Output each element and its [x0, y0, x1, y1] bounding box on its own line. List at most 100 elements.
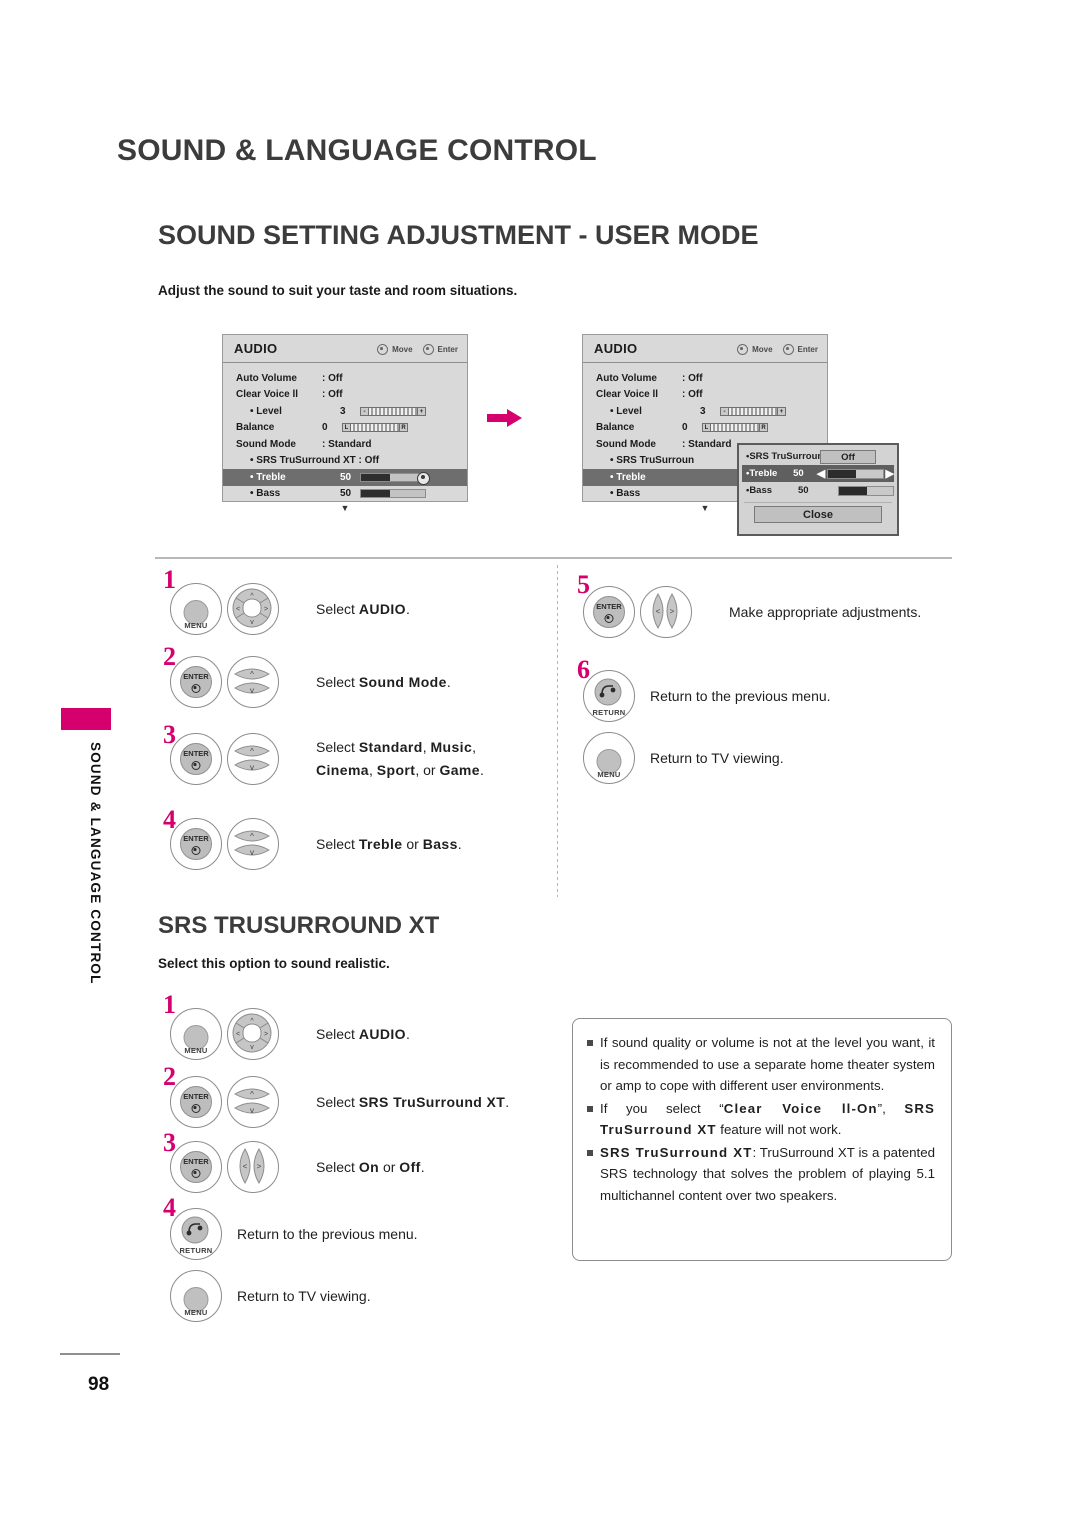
level-slider[interactable]: - + — [360, 406, 426, 416]
menu-row-auto-volume[interactable]: Auto Volume : Off — [223, 370, 467, 387]
left-right-button[interactable]: < > — [640, 586, 692, 638]
svg-text:v: v — [250, 1106, 254, 1115]
row-value: : Off — [682, 389, 703, 401]
menu-row-bass[interactable]: • Bass 50 — [223, 486, 467, 503]
popup-row-srs[interactable]: •SRS TruSurround XT Off — [742, 448, 894, 465]
menu-button[interactable]: MENU — [170, 583, 222, 635]
enter-button-dot — [191, 846, 201, 855]
menu-row-auto-volume[interactable]: Auto Volume : Off — [583, 370, 827, 387]
srs-step-2: ENTER ^ v Select SRS TruSurround XT. — [170, 1076, 509, 1128]
scroll-down-icon[interactable]: ▼ — [223, 502, 467, 513]
row-value: : Standard — [682, 438, 732, 450]
note-item-text: SRS TruSurround XT: TruSurround XT is a … — [600, 1144, 935, 1203]
enter-button[interactable]: ENTER — [170, 1076, 222, 1128]
popup-treble-slider[interactable] — [827, 468, 884, 479]
navigation-wheel-button[interactable]: ^ v < > — [227, 1008, 279, 1060]
menu-row-srs[interactable]: • SRS TruSurround XT : Off — [223, 453, 467, 470]
popup-bass-slider[interactable] — [838, 485, 894, 496]
menu-button-label: MENU — [597, 770, 621, 779]
balance-left-cap: L — [702, 423, 711, 433]
row-label: • Level — [610, 405, 642, 417]
popup-row-bass[interactable]: •Bass 50 — [742, 482, 894, 499]
menu-button[interactable]: MENU — [170, 1270, 222, 1322]
menu-row-level[interactable]: • Level 3 - + — [583, 403, 827, 420]
return-button[interactable]: RETURN — [170, 1208, 222, 1260]
menu-row-level[interactable]: • Level 3 - + — [223, 403, 467, 420]
balance-right-cap: R — [399, 423, 408, 433]
menu-row-balance[interactable]: Balance 0 L R — [583, 420, 827, 437]
return-button-label: RETURN — [592, 708, 626, 717]
svg-text:<: < — [236, 606, 240, 613]
srs-step-3-text: Select On or Off. — [316, 1158, 425, 1175]
svg-text:>: > — [264, 606, 268, 613]
row-number: 50 — [340, 471, 352, 483]
bullet-square-icon — [587, 1105, 593, 1112]
balance-slider[interactable]: L R — [702, 423, 768, 433]
note-item-text: If sound quality or volume is not at the… — [600, 1035, 935, 1093]
enter-button-face: ENTER — [180, 828, 212, 860]
up-down-button[interactable]: ^ v — [227, 733, 279, 785]
enter-button[interactable]: ENTER — [583, 586, 635, 638]
balance-slider[interactable]: L R — [342, 423, 408, 433]
row-number: 3 — [340, 405, 346, 417]
row-label: Sound Mode — [596, 438, 656, 450]
manual-page: SOUND & LANGUAGE CONTROL SOUND SETTING A… — [0, 0, 1080, 1516]
menu-row-treble[interactable]: • Treble 50 — [223, 469, 467, 486]
enter-button-label: ENTER — [183, 749, 209, 758]
svg-text:v: v — [250, 1044, 254, 1051]
menu-row-sound-mode[interactable]: Sound Mode : Standard — [223, 436, 467, 453]
audio-menu-before: AUDIO Move Enter Auto Volume : Off Clear… — [222, 334, 468, 513]
treble-decrease-icon[interactable]: ◀ — [817, 468, 825, 479]
left-right-button[interactable]: < > — [227, 1141, 279, 1193]
svg-text:v: v — [250, 763, 254, 772]
svg-text:v: v — [250, 686, 254, 695]
menu-button[interactable]: MENU — [170, 1008, 222, 1060]
popup-row-label: •Treble — [746, 468, 778, 479]
treble-increase-icon[interactable]: ▶ — [886, 468, 894, 479]
section-title: SOUND SETTING ADJUSTMENT - USER MODE — [158, 220, 759, 250]
return-button[interactable]: RETURN — [583, 670, 635, 722]
srs-off-button[interactable]: Off — [820, 449, 876, 464]
treble-slider-knob[interactable] — [417, 471, 430, 485]
bass-slider[interactable] — [360, 489, 426, 499]
treble-slider[interactable] — [360, 471, 430, 485]
srs-step-return-tv: MENU Return to TV viewing. — [170, 1270, 371, 1322]
up-down-button[interactable]: ^ v — [227, 818, 279, 870]
step-1-user-mode: MENU ^ v < > Select AUDIO. — [170, 583, 410, 635]
row-label: Sound Mode — [236, 438, 296, 450]
row-number: 50 — [340, 488, 352, 500]
step-3-user-mode: ENTER ^ v Select Standard, Music, Cinema,… — [170, 733, 484, 785]
osd-hints: Move Enter — [737, 344, 818, 355]
row-label: Auto Volume — [596, 372, 657, 384]
level-minus-cap: - — [720, 406, 729, 416]
srs-section-title: SRS TRUSURROUND XT — [158, 912, 440, 939]
up-down-button[interactable]: ^ v — [227, 656, 279, 708]
svg-text:<: < — [243, 1162, 248, 1171]
enter-button-dot — [191, 1169, 201, 1178]
srs-adjust-popup: •SRS TruSurround XT Off •Treble 50 ◀ ▶ •… — [737, 443, 899, 536]
enter-button-face: ENTER — [180, 666, 212, 698]
enter-button-dot — [604, 614, 614, 623]
srs-step-2-text: Select SRS TruSurround XT. — [316, 1093, 510, 1110]
up-down-button[interactable]: ^ v — [227, 1076, 279, 1128]
menu-button[interactable]: MENU — [583, 732, 635, 784]
page-number: 98 — [88, 1374, 110, 1395]
popup-close-button[interactable]: Close — [754, 506, 882, 523]
move-icon — [377, 344, 389, 355]
level-slider[interactable]: - + — [720, 406, 786, 416]
menu-row-balance[interactable]: Balance 0 L R — [223, 420, 467, 437]
popup-row-treble[interactable]: •Treble 50 ◀ ▶ — [742, 465, 894, 482]
row-value: : Off — [322, 389, 343, 401]
note-item: SRS TruSurround XT: TruSurround XT is a … — [587, 1142, 935, 1207]
enter-button[interactable]: ENTER — [170, 733, 222, 785]
enter-button[interactable]: ENTER — [170, 1141, 222, 1193]
navigation-wheel-button[interactable]: ^ v < > — [227, 583, 279, 635]
menu-row-clear-voice[interactable]: Clear Voice ll : Off — [223, 387, 467, 404]
osd-header: AUDIO Move Enter — [583, 335, 827, 363]
enter-button-dot — [191, 684, 201, 693]
row-label: • Bass — [250, 488, 281, 500]
enter-button[interactable]: ENTER — [170, 656, 222, 708]
enter-button[interactable]: ENTER — [170, 818, 222, 870]
menu-row-clear-voice[interactable]: Clear Voice ll : Off — [583, 387, 827, 404]
enter-button-face: ENTER — [180, 1151, 212, 1183]
